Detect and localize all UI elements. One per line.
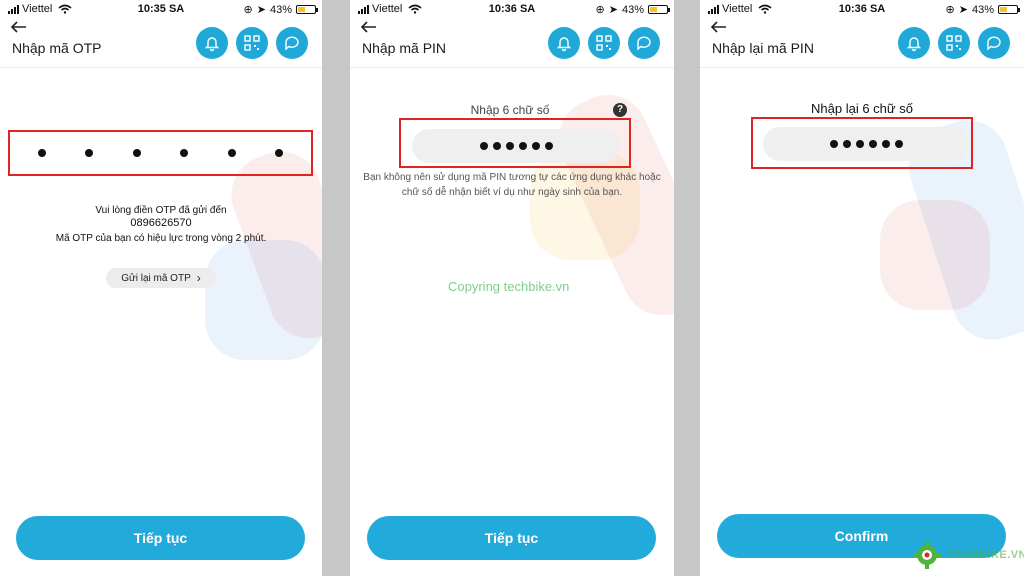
pin-hint: Bạn không nên sử dụng mã PIN tương tự cá… [363, 172, 661, 198]
page-title: Nhập lại mã PIN [712, 40, 814, 56]
battery-fill [1000, 7, 1007, 12]
pin-digit-dot [531, 142, 540, 150]
chat-button[interactable] [628, 27, 660, 59]
otp-digit-dot [37, 149, 46, 157]
battery-fill [650, 7, 657, 12]
techbike-logo: TECHBIKE.VN [912, 540, 1024, 570]
page-title: Nhập mã OTP [12, 40, 102, 56]
qr-scan-button[interactable] [938, 27, 970, 59]
phone-number: 0896626570 [130, 217, 192, 229]
gear-icon [913, 541, 941, 569]
back-arrow-icon[interactable] [360, 20, 378, 34]
background-decoration [205, 240, 322, 360]
bell-icon [204, 37, 220, 52]
chat-icon [987, 36, 1001, 51]
pin-digit-dot [829, 140, 838, 148]
lock-rotation-icon: ⊕ [595, 4, 605, 16]
qr-code-icon [596, 35, 612, 51]
app-header: Nhập lại mã PIN [700, 18, 1024, 68]
chat-icon [637, 36, 651, 51]
background-decoration [880, 200, 990, 310]
chevron-right-icon: › [196, 271, 201, 285]
back-arrow-icon[interactable] [10, 20, 28, 34]
notification-button[interactable] [898, 27, 930, 59]
battery-icon [296, 5, 318, 14]
pin-field-label: Nhập 6 chữ số [470, 103, 550, 117]
battery-icon [648, 5, 670, 14]
pin-confirm-input[interactable] [763, 127, 969, 161]
chat-button[interactable] [276, 27, 308, 59]
qr-code-icon [244, 35, 260, 51]
otp-input[interactable] [8, 131, 313, 175]
resend-otp-button[interactable]: Gửi lại mã OTP › [106, 268, 216, 288]
continue-button[interactable]: Tiếp tục [16, 516, 305, 560]
otp-digit-dot [85, 149, 94, 157]
otp-digit-dot [275, 149, 284, 157]
battery-fill [298, 7, 305, 12]
pin-digit-dot [842, 140, 851, 148]
pin-digit-dot [894, 140, 903, 148]
notification-button[interactable] [548, 27, 580, 59]
app-header: Nhập mã OTP [0, 18, 322, 68]
pin-digit-dot [518, 142, 527, 150]
pin-digit-dot [544, 142, 553, 150]
qr-code-icon [946, 35, 962, 51]
confirm-pin-screen: Viettel 10:36 SA ⊕ ➤ 43% Nhập lại mã PIN… [700, 0, 1024, 576]
otp-digit-dot [227, 149, 236, 157]
lock-rotation-icon: ⊕ [243, 4, 253, 16]
chat-button[interactable] [978, 27, 1010, 59]
notification-button[interactable] [196, 27, 228, 59]
help-icon[interactable]: ? [613, 103, 627, 117]
location-icon: ➤ [608, 4, 618, 16]
battery-icon [998, 5, 1020, 14]
location-icon: ➤ [256, 4, 266, 16]
bell-icon [556, 37, 572, 52]
battery-percent: 43% [971, 3, 994, 16]
back-arrow-icon[interactable] [710, 20, 728, 34]
otp-sent-message: Vui lòng điền OTP đã gửi đến [95, 205, 227, 216]
battery-percent: 43% [269, 3, 292, 16]
location-icon: ➤ [958, 4, 968, 16]
logo-text: TECHBIKE.VN [947, 549, 1024, 561]
continue-button[interactable]: Tiếp tục [367, 516, 656, 560]
status-bar: Viettel 10:35 SA ⊕ ➤ 43% [0, 0, 322, 18]
status-bar: Viettel 10:36 SA ⊕ ➤ 43% [700, 0, 1024, 18]
lock-rotation-icon: ⊕ [945, 4, 955, 16]
pin-input[interactable] [412, 129, 620, 163]
otp-validity-note: Mã OTP của bạn có hiệu lực trong vòng 2 … [55, 233, 267, 244]
resend-label: Gửi lại mã OTP [121, 272, 191, 284]
qr-scan-button[interactable] [588, 27, 620, 59]
pin-field-label: Nhập lại 6 chữ số [811, 101, 913, 116]
pin-digit-dot [492, 142, 501, 150]
pin-digit-dot [855, 140, 864, 148]
screenshot-canvas: Viettel 10:35 SA ⊕ ➤ 43% Nhập mã OTP Vui… [0, 0, 1024, 576]
watermark-text: Copyring techbike.vn [448, 279, 570, 294]
pin-digit-dot [505, 142, 514, 150]
bell-icon [906, 37, 922, 52]
otp-digit-dot [180, 149, 189, 157]
battery-percent: 43% [621, 3, 644, 16]
otp-digit-dot [132, 149, 141, 157]
pin-digit-dot [868, 140, 877, 148]
app-header: Nhập mã PIN [350, 18, 674, 68]
pin-digit-dot [881, 140, 890, 148]
pin-digit-dot [479, 142, 488, 150]
otp-screen: Viettel 10:35 SA ⊕ ➤ 43% Nhập mã OTP Vui… [0, 0, 322, 576]
qr-scan-button[interactable] [236, 27, 268, 59]
chat-icon [285, 36, 299, 51]
page-title: Nhập mã PIN [362, 40, 447, 56]
status-bar: Viettel 10:36 SA ⊕ ➤ 43% [350, 0, 674, 18]
